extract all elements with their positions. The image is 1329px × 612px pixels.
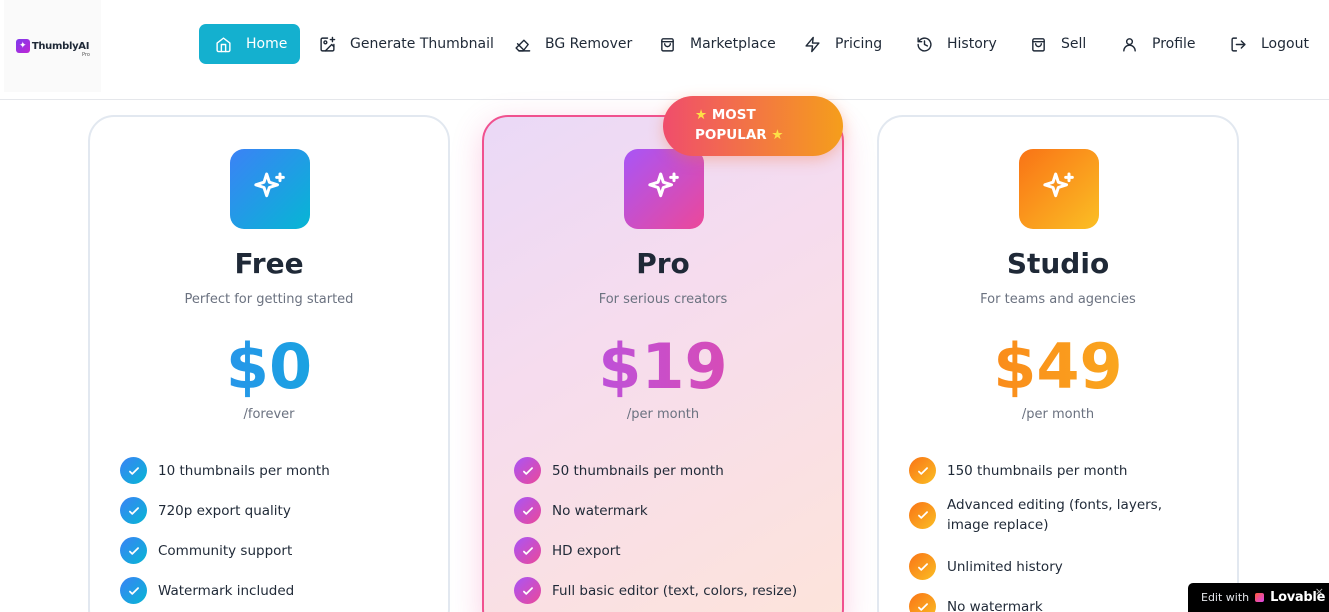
check-icon bbox=[514, 537, 541, 564]
feature-item: Watermark included bbox=[120, 577, 294, 604]
check-icon bbox=[514, 497, 541, 524]
lovable-edit-label: Edit with bbox=[1201, 591, 1250, 604]
nav-profile-label: Profile bbox=[1152, 36, 1196, 52]
check-icon bbox=[120, 497, 147, 524]
feature-label: Watermark included bbox=[158, 582, 295, 599]
check-icon bbox=[909, 501, 936, 529]
nav-sell-label: Sell bbox=[1061, 36, 1087, 52]
feature-label: 150 thumbnails per month bbox=[947, 462, 1128, 479]
nav-history-label: History bbox=[947, 36, 997, 52]
feature-label: Advanced editing (fonts, layers, image r… bbox=[947, 497, 1162, 533]
check-icon bbox=[120, 457, 147, 484]
image-plus-icon bbox=[320, 36, 336, 52]
plan-name: Free bbox=[234, 247, 304, 280]
lovable-logo-icon bbox=[1255, 593, 1265, 602]
plan-price: $0 bbox=[90, 329, 448, 405]
shopping-bag-icon bbox=[661, 37, 674, 52]
plan-description: For teams and agencies bbox=[980, 292, 1136, 307]
plan-period: /forever bbox=[243, 407, 295, 422]
plan-studio-icon-box bbox=[1019, 149, 1099, 229]
nav-history[interactable]: History bbox=[900, 24, 1013, 64]
feature-item: 10 thumbnails per month bbox=[120, 457, 330, 484]
feature-item: HD export bbox=[514, 537, 621, 564]
nav-marketplace-label: Marketplace bbox=[690, 36, 776, 52]
plan-period: /per month bbox=[626, 407, 700, 422]
sparkles-icon bbox=[254, 172, 285, 198]
feature-label: HD export bbox=[552, 542, 621, 559]
check-icon bbox=[120, 537, 147, 564]
star-icon: ★ bbox=[771, 127, 784, 143]
feature-label: Unlimited history bbox=[947, 558, 1063, 575]
nav-sell[interactable]: Sell bbox=[1014, 24, 1102, 64]
plan-period: /per month bbox=[1021, 407, 1095, 422]
sparkles-icon bbox=[648, 172, 679, 198]
nav-generate-thumbnail-label: Generate Thumbnail bbox=[350, 36, 494, 52]
plan-name: Studio bbox=[1006, 247, 1110, 280]
nav-marketplace[interactable]: Marketplace bbox=[643, 24, 792, 64]
feature-item: 150 thumbnails per month bbox=[909, 457, 1127, 484]
feature-item: 50 thumbnails per month bbox=[514, 457, 724, 484]
history-icon bbox=[917, 36, 932, 52]
feature-item: Unlimited history bbox=[909, 553, 1063, 580]
nav-home[interactable]: Home bbox=[199, 24, 300, 64]
plan-description: Perfect for getting started bbox=[184, 292, 354, 307]
check-icon bbox=[909, 553, 936, 580]
eraser-icon bbox=[515, 39, 531, 52]
feature-label: No watermark bbox=[552, 502, 648, 519]
logout-icon bbox=[1231, 36, 1246, 52]
brand-sub: Pro bbox=[82, 52, 90, 58]
plan-pro-icon-box bbox=[624, 149, 704, 229]
plan-card-studio: Studio For teams and agencies $49 /per m… bbox=[877, 115, 1239, 612]
check-icon bbox=[120, 577, 147, 604]
nav-pricing-label: Pricing bbox=[835, 36, 883, 52]
logo-icon: ✦ bbox=[15, 39, 30, 53]
feature-item: No watermark bbox=[909, 593, 1043, 612]
nav-profile[interactable]: Profile bbox=[1105, 24, 1212, 64]
nav-logout-label: Logout bbox=[1261, 36, 1309, 52]
nav-bg-remover[interactable]: BG Remover bbox=[498, 24, 648, 64]
plan-free-icon-box bbox=[230, 149, 310, 229]
check-icon bbox=[909, 593, 936, 612]
plan-name: Pro bbox=[636, 247, 690, 280]
plan-price: $49 bbox=[879, 329, 1237, 405]
badge-line1: MOST bbox=[711, 107, 756, 123]
user-icon bbox=[1123, 37, 1136, 52]
close-icon[interactable]: × bbox=[1315, 585, 1324, 598]
brand-name: ThumblyAI bbox=[31, 40, 90, 52]
most-popular-badge: ★ MOST POPULAR ★ bbox=[663, 96, 843, 156]
feature-label: Full basic editor (text, colors, resize) bbox=[552, 582, 798, 599]
shopping-bag-icon bbox=[1032, 37, 1045, 52]
feature-label: 720p export quality bbox=[158, 502, 291, 519]
nav-generate-thumbnail[interactable]: Generate Thumbnail bbox=[303, 24, 510, 64]
feature-item: No watermark bbox=[514, 497, 648, 524]
nav-logout[interactable]: Logout bbox=[1214, 24, 1325, 64]
check-icon bbox=[514, 577, 541, 604]
top-header: ✦ ThumblyAI Pro Home Generate Thumbnail … bbox=[0, 0, 1329, 100]
star-icon: ★ bbox=[695, 107, 708, 123]
edit-with-lovable-button[interactable]: Edit with Lovable × bbox=[1188, 583, 1329, 612]
nav-bg-remover-label: BG Remover bbox=[545, 36, 633, 52]
badge-line2: POPULAR bbox=[695, 127, 767, 143]
plan-price: $19 bbox=[484, 329, 842, 405]
check-icon bbox=[514, 457, 541, 484]
nav-pricing[interactable]: Pricing bbox=[788, 24, 898, 64]
feature-label: 10 thumbnails per month bbox=[158, 462, 330, 479]
brand-logo[interactable]: ✦ ThumblyAI Pro bbox=[4, 0, 101, 92]
zap-icon bbox=[805, 36, 820, 52]
feature-item: 720p export quality bbox=[120, 497, 291, 524]
feature-item: Community support bbox=[120, 537, 292, 564]
plan-description: For serious creators bbox=[598, 292, 728, 307]
plan-card-free: Free Perfect for getting started $0 /for… bbox=[88, 115, 450, 612]
sparkles-icon bbox=[1043, 172, 1074, 198]
feature-item: Advanced editing (fonts, layers, image r… bbox=[909, 495, 1179, 535]
feature-label: Community support bbox=[158, 542, 293, 559]
plan-card-pro: Pro For serious creators $19 /per month … bbox=[482, 115, 844, 612]
feature-label: 50 thumbnails per month bbox=[552, 462, 724, 479]
feature-label: No watermark bbox=[947, 598, 1043, 612]
feature-item: Full basic editor (text, colors, resize) bbox=[514, 577, 797, 604]
nav-home-label: Home bbox=[246, 36, 288, 52]
check-icon bbox=[909, 457, 936, 484]
home-icon bbox=[216, 36, 231, 52]
